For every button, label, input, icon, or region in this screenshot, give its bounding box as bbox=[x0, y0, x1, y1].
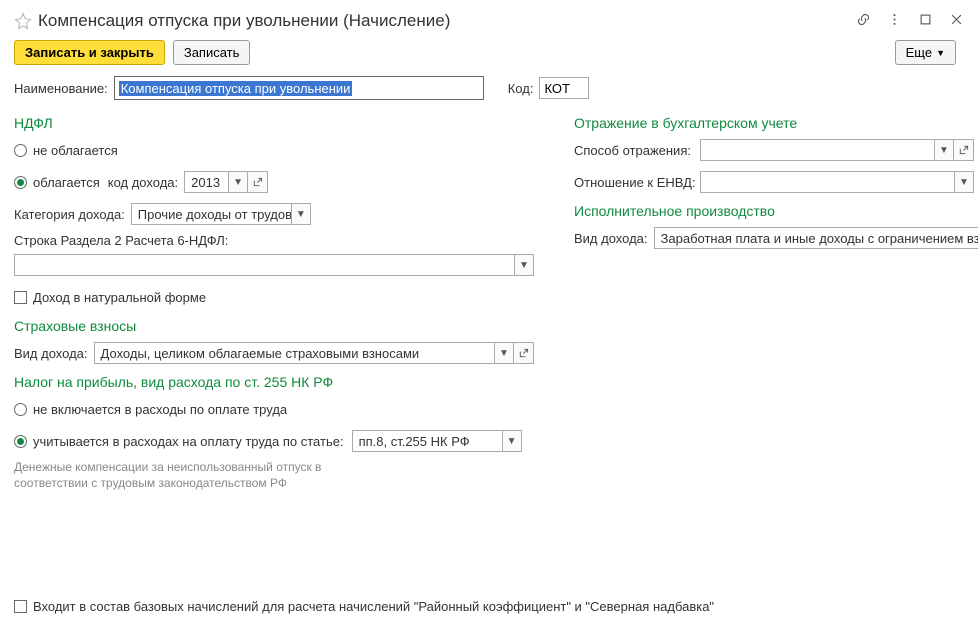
income-code-value[interactable]: 2013 bbox=[184, 171, 228, 193]
in-kind-label: Доход в натуральной форме bbox=[33, 290, 206, 305]
income-code-label: код дохода: bbox=[108, 175, 178, 190]
titlebar: Компенсация отпуска при увольнении (Начи… bbox=[14, 8, 964, 34]
ndfl-not-taxed-label: не облагается bbox=[33, 143, 118, 158]
ndfl-not-taxed-radio[interactable] bbox=[14, 144, 27, 157]
category-label: Категория дохода: bbox=[14, 207, 125, 222]
enforcement-income-type-value[interactable]: Заработная плата и иные доходы с огранич… bbox=[654, 227, 978, 249]
accounting-envd-combo[interactable]: ▼ bbox=[700, 171, 974, 193]
page-title: Компенсация отпуска при увольнении (Начи… bbox=[38, 11, 450, 31]
close-icon[interactable] bbox=[949, 12, 964, 30]
base-accruals-checkbox[interactable] bbox=[14, 600, 27, 613]
open-icon[interactable] bbox=[954, 139, 974, 161]
toolbar: Записать и закрыть Записать Еще ▼ bbox=[14, 40, 964, 65]
more-button-label: Еще bbox=[906, 45, 932, 60]
footer-row: Входит в состав базовых начислений для р… bbox=[14, 599, 714, 614]
enforcement-income-type-label: Вид дохода: bbox=[574, 231, 648, 246]
name-row: Наименование: Компенсация отпуска при ув… bbox=[14, 75, 964, 101]
section2-label: Строка Раздела 2 Расчета 6-НДФЛ: bbox=[14, 233, 228, 248]
insurance-income-type-combo[interactable]: Доходы, целиком облагаемые страховыми вз… bbox=[94, 342, 534, 364]
accounting-method-label: Способ отражения: bbox=[574, 143, 694, 158]
section2-value[interactable] bbox=[14, 254, 514, 276]
accounting-method-value[interactable] bbox=[700, 139, 934, 161]
maximize-icon[interactable] bbox=[918, 12, 933, 30]
category-combo[interactable]: Прочие доходы от трудов ▼ bbox=[131, 203, 311, 225]
code-input[interactable] bbox=[539, 77, 589, 99]
name-label: Наименование: bbox=[14, 81, 108, 96]
base-accruals-label: Входит в состав базовых начислений для р… bbox=[33, 599, 714, 614]
link-icon[interactable] bbox=[856, 12, 871, 30]
profit-article-combo[interactable]: пп.8, ст.255 НК РФ ▼ bbox=[352, 430, 522, 452]
chevron-down-icon[interactable]: ▼ bbox=[514, 254, 534, 276]
chevron-down-icon[interactable]: ▼ bbox=[934, 139, 954, 161]
save-button[interactable]: Записать bbox=[173, 40, 251, 65]
in-kind-checkbox[interactable] bbox=[14, 291, 27, 304]
more-button[interactable]: Еще ▼ bbox=[895, 40, 956, 65]
accounting-title: Отражение в бухгалтерском учете bbox=[574, 115, 974, 131]
insurance-title: Страховые взносы bbox=[14, 318, 534, 334]
ndfl-taxed-radio[interactable] bbox=[14, 176, 27, 189]
section2-combo[interactable]: ▼ bbox=[14, 254, 534, 276]
profit-hint: Денежные компенсации за неиспользованный… bbox=[14, 460, 334, 491]
profit-article-value[interactable]: пп.8, ст.255 НК РФ bbox=[352, 430, 502, 452]
star-icon[interactable] bbox=[14, 12, 32, 30]
profit-tax-title: Налог на прибыль, вид расхода по ст. 255… bbox=[14, 374, 534, 390]
enforcement-title: Исполнительное производство bbox=[574, 203, 974, 219]
profit-included-radio[interactable] bbox=[14, 435, 27, 448]
chevron-down-icon[interactable]: ▼ bbox=[494, 342, 514, 364]
chevron-down-icon[interactable]: ▼ bbox=[228, 171, 248, 193]
open-icon[interactable] bbox=[514, 342, 534, 364]
chevron-down-icon[interactable]: ▼ bbox=[954, 171, 974, 193]
accounting-envd-value[interactable] bbox=[700, 171, 954, 193]
profit-not-included-label: не включается в расходы по оплате труда bbox=[33, 402, 287, 417]
insurance-income-type-label: Вид дохода: bbox=[14, 346, 88, 361]
open-icon[interactable] bbox=[248, 171, 268, 193]
chevron-down-icon[interactable]: ▼ bbox=[291, 203, 311, 225]
profit-included-label: учитывается в расходах на оплату труда п… bbox=[33, 434, 344, 449]
income-code-combo[interactable]: 2013 ▼ bbox=[184, 171, 268, 193]
ndfl-title: НДФЛ bbox=[14, 115, 534, 131]
category-value[interactable]: Прочие доходы от трудов bbox=[131, 203, 291, 225]
profit-not-included-radio[interactable] bbox=[14, 403, 27, 416]
save-close-button[interactable]: Записать и закрыть bbox=[14, 40, 165, 65]
chevron-down-icon: ▼ bbox=[936, 48, 945, 58]
enforcement-income-type-combo[interactable]: Заработная плата и иные доходы с огранич… bbox=[654, 227, 978, 249]
accounting-method-combo[interactable]: ▼ bbox=[700, 139, 974, 161]
name-value: Компенсация отпуска при увольнении bbox=[119, 81, 353, 96]
code-label: Код: bbox=[508, 81, 534, 96]
name-input[interactable]: Компенсация отпуска при увольнении bbox=[114, 76, 484, 100]
accounting-envd-label: Отношение к ЕНВД: bbox=[574, 175, 694, 190]
insurance-income-type-value[interactable]: Доходы, целиком облагаемые страховыми вз… bbox=[94, 342, 494, 364]
ndfl-taxed-label: облагается bbox=[33, 175, 100, 190]
kebab-icon[interactable] bbox=[887, 12, 902, 30]
chevron-down-icon[interactable]: ▼ bbox=[502, 430, 522, 452]
